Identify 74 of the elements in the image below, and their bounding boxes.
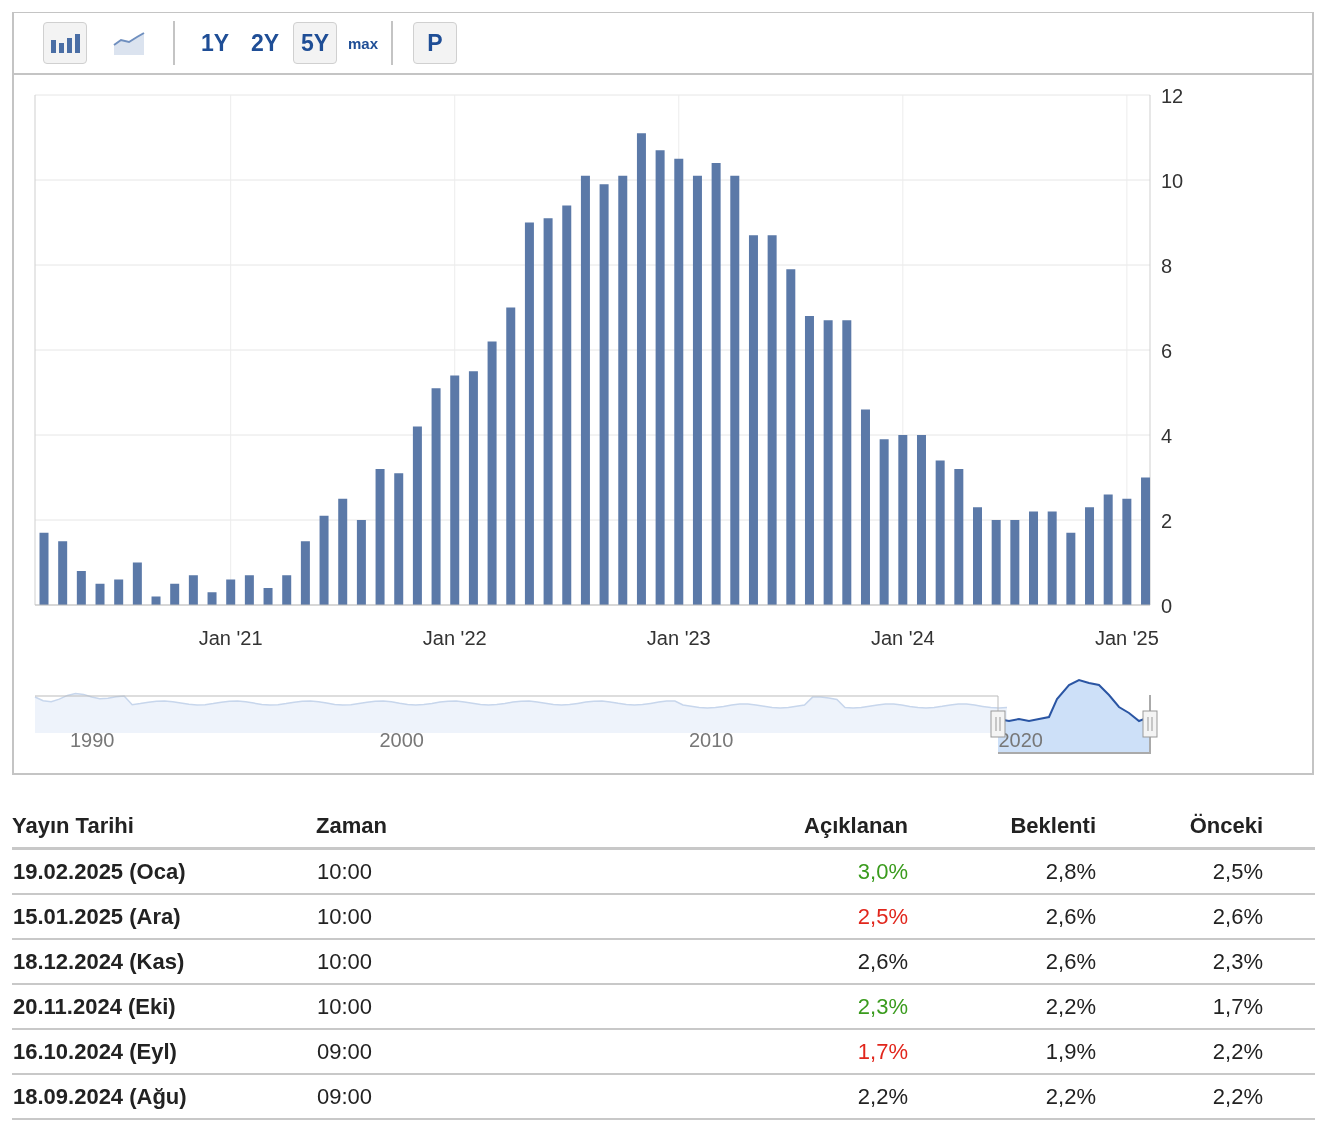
y-axis-label: 4 bbox=[1161, 425, 1173, 447]
table-cell: 10:00 bbox=[316, 894, 557, 939]
range-button[interactable]: 1Y bbox=[193, 22, 237, 64]
bar bbox=[263, 588, 273, 605]
table-cell: 2,6% bbox=[908, 939, 1096, 984]
table-cell: 1,9% bbox=[908, 1029, 1096, 1074]
table-cell: 10:00 bbox=[316, 984, 557, 1029]
table-cell: 10:00 bbox=[316, 848, 557, 894]
bar bbox=[95, 583, 105, 605]
table-cell: 1,7% bbox=[556, 1029, 908, 1074]
bar bbox=[244, 575, 254, 605]
table-cell: 2,2% bbox=[908, 984, 1096, 1029]
table-cell: 18.09.2024 (Ağu) bbox=[12, 1074, 316, 1119]
table-cell: 2,6% bbox=[556, 939, 908, 984]
y-axis-label: 12 bbox=[1161, 85, 1184, 107]
column-header: Açıklanan bbox=[556, 803, 908, 849]
table-cell: 10:00 bbox=[316, 939, 557, 984]
column-header: Zaman bbox=[316, 803, 557, 849]
navigator-year-label: 2010 bbox=[689, 729, 734, 751]
navigator-year-label: 2000 bbox=[379, 729, 424, 751]
table-cell: 19.02.2025 (Oca) bbox=[12, 848, 316, 894]
range-button[interactable]: 5Y bbox=[293, 22, 337, 64]
bar bbox=[132, 562, 142, 605]
table-cell: 09:00 bbox=[316, 1029, 557, 1074]
table-cell: 2,5% bbox=[1096, 848, 1315, 894]
bar bbox=[188, 575, 198, 605]
navigator-year-label: 1990 bbox=[70, 729, 115, 751]
column-header: Yayın Tarihi bbox=[12, 803, 316, 849]
table-cell: 2,3% bbox=[556, 984, 908, 1029]
bar bbox=[207, 592, 217, 605]
x-axis-label: Jan '24 bbox=[870, 627, 935, 649]
handle-icon[interactable] bbox=[1142, 710, 1158, 738]
area-chart-icon bbox=[113, 31, 145, 55]
table-cell: 16.10.2024 (Eyl) bbox=[12, 1029, 316, 1074]
table-cell: 20.11.2024 (Eki) bbox=[12, 984, 316, 1029]
table-cell: 2,2% bbox=[908, 1074, 1096, 1119]
x-axis-label: Jan '21 bbox=[198, 627, 263, 649]
table-cell: 2,2% bbox=[1096, 1074, 1315, 1119]
bar bbox=[226, 579, 236, 605]
p-button[interactable]: P bbox=[413, 22, 458, 64]
table-cell: 2,6% bbox=[908, 894, 1096, 939]
table-cell: 2,2% bbox=[1096, 1029, 1315, 1074]
bar bbox=[151, 596, 161, 605]
table-cell: 09:00 bbox=[316, 1074, 557, 1119]
table-cell: 15.01.2025 (Ara) bbox=[12, 894, 316, 939]
bar bbox=[300, 541, 310, 605]
y-axis-label: 8 bbox=[1161, 255, 1173, 277]
bar bbox=[114, 579, 124, 605]
navigator-year-label: 2020 bbox=[998, 729, 1043, 751]
column-header: Beklenti bbox=[908, 803, 1096, 849]
bar bbox=[170, 583, 180, 605]
column-header: Önceki bbox=[1096, 803, 1315, 849]
chart-type-button[interactable] bbox=[43, 22, 87, 64]
table-cell: 2,6% bbox=[1096, 894, 1315, 939]
y-axis-label: 2 bbox=[1161, 510, 1173, 532]
bar bbox=[282, 575, 292, 605]
x-axis-label: Jan '23 bbox=[646, 627, 711, 649]
y-axis-label: 0 bbox=[1161, 595, 1173, 617]
range-button[interactable]: 2Y bbox=[243, 22, 287, 64]
bar bbox=[76, 571, 86, 605]
table-cell: 18.12.2024 (Kas) bbox=[12, 939, 316, 984]
table-cell: 3,0% bbox=[556, 848, 908, 894]
y-axis-label: 6 bbox=[1161, 340, 1173, 362]
table-cell: 2,3% bbox=[1096, 939, 1315, 984]
table-cell: 2,2% bbox=[556, 1074, 908, 1119]
x-axis-label: Jan '22 bbox=[422, 627, 487, 649]
table-cell: 1,7% bbox=[1096, 984, 1315, 1029]
range-button[interactable]: max bbox=[343, 22, 384, 64]
bar bbox=[58, 541, 68, 605]
x-axis-label: Jan '25 bbox=[1094, 627, 1159, 649]
y-axis-label: 10 bbox=[1161, 170, 1184, 192]
bar-chart-icon bbox=[50, 33, 80, 53]
table-cell: 2,5% bbox=[556, 894, 908, 939]
table-cell: 2,8% bbox=[908, 848, 1096, 894]
